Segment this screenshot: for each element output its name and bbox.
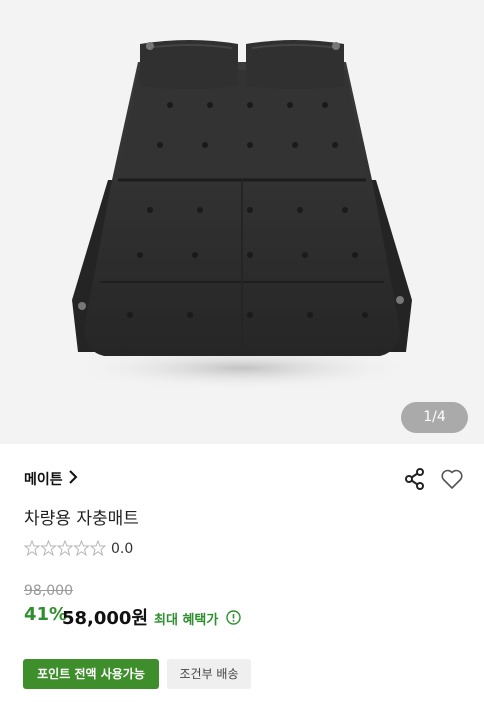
product-title: 차량용 자충매트 [24,509,139,529]
max-benefit-link[interactable]: 최대 혜택가 [154,609,218,628]
points-badge: 포인트 전액 사용가능 [23,659,159,689]
sale-price: 58,000원 [62,608,149,629]
product-image-gallery[interactable]: 1/4 [0,0,484,444]
image-counter: 1/4 [401,402,468,433]
info-icon[interactable] [226,610,241,625]
star-icon [73,540,90,556]
star-icon [56,540,74,556]
discount-rate: 41% [24,604,68,625]
rating-value: 0.0 [111,541,134,557]
star-icon [89,540,106,556]
brand-row: 메이튼 [24,466,463,492]
original-price: 98,000 [24,583,73,599]
star-icon [40,540,57,556]
share-icon[interactable] [404,468,426,490]
heart-icon[interactable] [440,467,464,491]
chevron-right-icon[interactable] [68,467,78,487]
product-image [67,40,417,390]
rating-stars [24,540,106,556]
brand-link[interactable]: 메이튼 [24,469,63,489]
shipping-badge: 조건부 배송 [167,659,251,689]
star-icon [24,540,41,556]
